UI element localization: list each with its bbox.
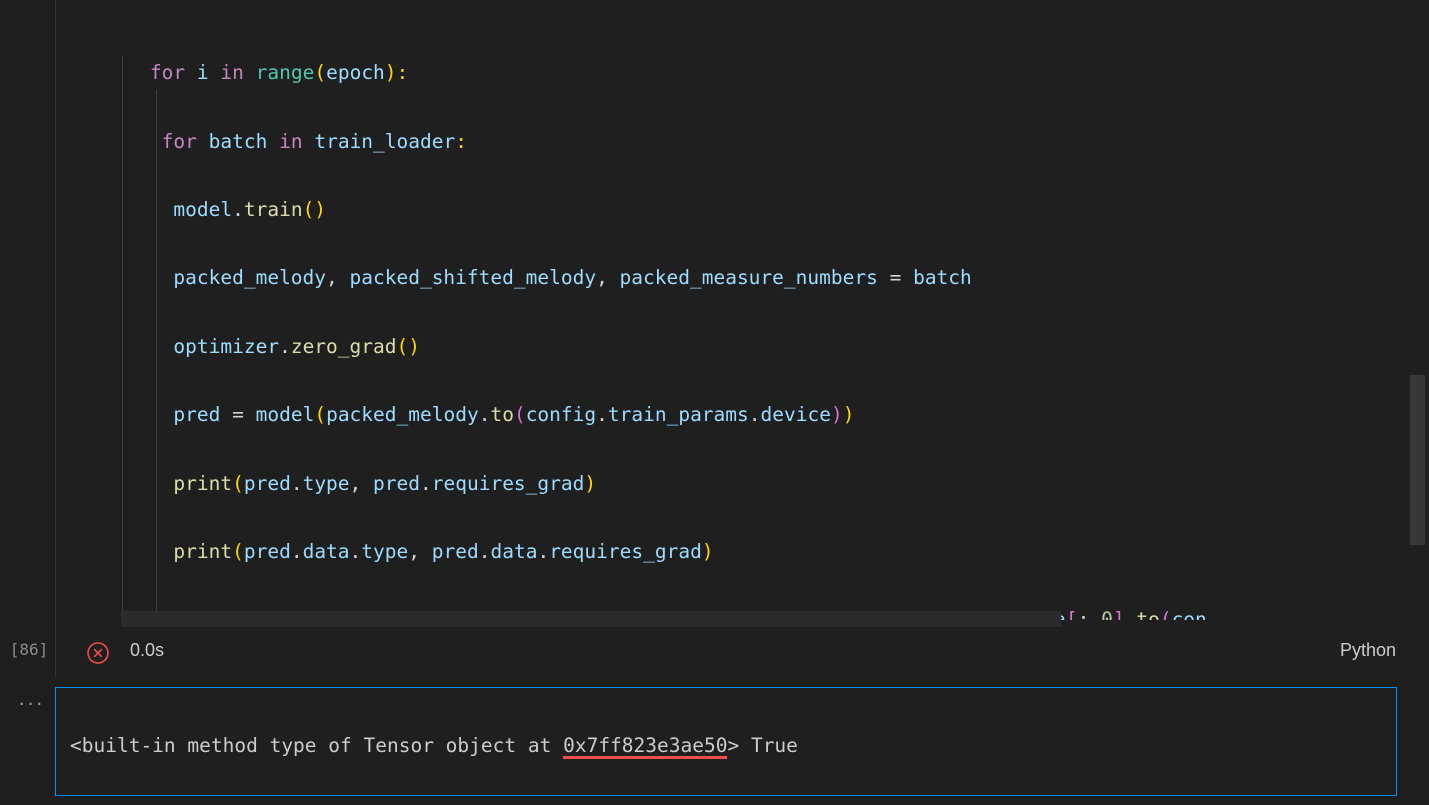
code-cell[interactable]: for i in range(epoch): for batch in trai… [55, 0, 1429, 676]
code-line-5: optimizer.zero_grad() [173, 334, 420, 358]
code-line-3: model.train() [173, 197, 327, 221]
cell-execution-time: 0.0s [130, 640, 165, 660]
editor-horizontal-scrollbar[interactable] [56, 608, 1429, 630]
output-line-1: <built-in method type of Tensor object a… [70, 729, 997, 763]
code-line-7: print(pred.type, pred.requires_grad) [173, 471, 597, 495]
cell-output[interactable]: <built-in method type of Tensor object a… [55, 687, 1397, 796]
code-line-4: packed_melody, packed_shifted_melody, pa… [173, 266, 972, 290]
code-line-8: print(pred.data.type, pred.data.requires… [173, 539, 714, 563]
error-circle-x-icon[interactable] [86, 641, 110, 665]
editor-vertical-scrollbar[interactable] [1410, 0, 1429, 620]
cell-status-bar: 0.0s Python [56, 630, 1429, 676]
output-line-1-suffix: > True [727, 734, 798, 758]
output-content: <built-in method type of Tensor object a… [70, 695, 997, 795]
code-line-6: pred = model(packed_melody.to(config.tra… [173, 403, 855, 427]
output-line-1-prefix: <built-in method type of Tensor object a… [70, 734, 564, 758]
code-line-1: for i in range(epoch): [149, 61, 409, 85]
cell-language-label[interactable]: Python [1340, 640, 1396, 661]
code-line-2: for batch in train_loader: [161, 129, 467, 153]
code-editor[interactable]: for i in range(epoch): for batch in trai… [56, 0, 1429, 620]
output-collapse-toggle[interactable]: ... [10, 688, 54, 709]
code-content: for i in range(epoch): for batch in trai… [56, 22, 1207, 620]
output-line-1-address: 0x7ff823e3ae50 [563, 734, 728, 758]
notebook-editor: [86] ... for i in range(epoch): for batc… [0, 0, 1429, 805]
editor-vertical-scrollbar-thumb[interactable] [1410, 375, 1425, 545]
editor-horizontal-scrollbar-thumb[interactable] [121, 611, 1061, 627]
cell-execution-count[interactable]: [86] [5, 640, 53, 659]
